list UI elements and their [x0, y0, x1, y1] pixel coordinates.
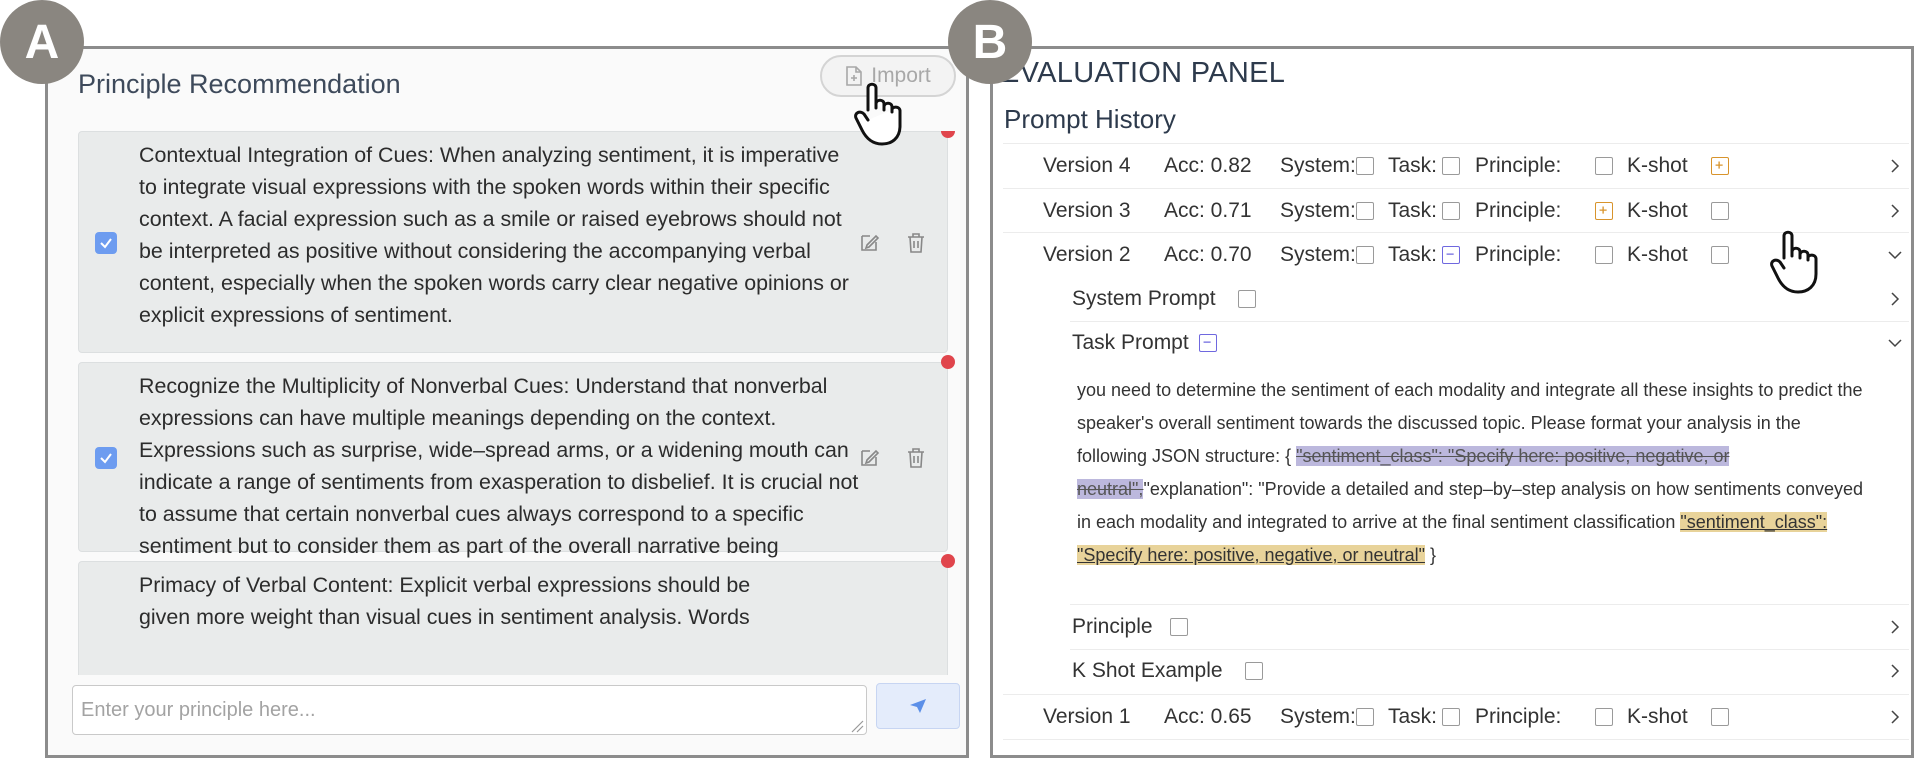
system-label: System:	[1280, 199, 1356, 222]
task-change-box	[1442, 708, 1460, 726]
new-indicator-dot	[941, 355, 955, 369]
version-row[interactable]: Version 1 Acc: 0.65 System: Task: Princi…	[1043, 695, 1900, 739]
edit-icon[interactable]	[858, 447, 880, 469]
system-label: System:	[1280, 154, 1356, 177]
plus-icon	[1711, 157, 1729, 175]
edit-icon[interactable]	[858, 232, 880, 254]
minus-icon	[1442, 246, 1460, 264]
section-title: Principle	[1072, 615, 1153, 638]
system-change-box	[1356, 157, 1374, 175]
version-accuracy: Acc: 0.71	[1164, 199, 1252, 222]
prompt-history-heading: Prompt History	[1004, 104, 1176, 134]
kshot-change-box	[1711, 708, 1729, 726]
principle-card: Contextual Integration of Cues: When ana…	[78, 131, 948, 353]
chevron-right-icon[interactable]	[1887, 291, 1903, 307]
task-prompt-section[interactable]: Task Prompt	[1072, 321, 1902, 365]
version-row[interactable]: Version 4 Acc: 0.82 System: Task: Princi…	[1043, 144, 1900, 188]
minus-icon	[1199, 334, 1217, 352]
principle-input[interactable]	[72, 685, 867, 735]
check-icon	[100, 238, 112, 249]
chevron-down-icon[interactable]	[1887, 247, 1903, 263]
task-change-box	[1442, 202, 1460, 220]
section-title: K Shot Example	[1072, 659, 1223, 682]
chevron-right-icon[interactable]	[1887, 619, 1903, 635]
system-label: System:	[1280, 243, 1356, 266]
delete-icon[interactable]	[905, 232, 927, 254]
version-name: Version 2	[1043, 243, 1131, 266]
principle-text: Primacy of Verbal Content: Explicit verb…	[139, 573, 751, 629]
system-label: System:	[1280, 705, 1356, 728]
section-title: System Prompt	[1072, 287, 1216, 310]
principle-change-box	[1595, 708, 1613, 726]
chevron-right-icon[interactable]	[1887, 709, 1903, 725]
panel-a-badge: A	[0, 0, 84, 84]
task-label: Task:	[1388, 243, 1438, 266]
system-change-box	[1356, 202, 1374, 220]
version-accuracy: Acc: 0.65	[1164, 705, 1252, 728]
section-title: Task Prompt	[1072, 331, 1189, 354]
principle-card: Primacy of Verbal Content: Explicit verb…	[78, 561, 948, 675]
evaluation-panel: EVALUATION PANEL Prompt History Version …	[990, 46, 1914, 758]
version-accuracy: Acc: 0.70	[1164, 243, 1252, 266]
plus-icon	[1595, 202, 1613, 220]
send-icon	[910, 699, 926, 713]
task-change-box	[1442, 157, 1460, 175]
section-change-box	[1245, 662, 1263, 680]
kshot-change-box	[1711, 246, 1729, 264]
section-change-box	[1170, 618, 1188, 636]
principle-text: Contextual Integration of Cues: When ana…	[139, 143, 849, 327]
version-name: Version 3	[1043, 199, 1131, 222]
k-shot-section[interactable]: K Shot Example	[1072, 649, 1900, 693]
send-button[interactable]	[876, 683, 960, 729]
kshot-label: K-shot	[1627, 243, 1688, 266]
principle-list[interactable]: Contextual Integration of Cues: When ana…	[78, 131, 962, 675]
principle-checkbox[interactable]	[95, 232, 117, 254]
version-name: Version 1	[1043, 705, 1131, 728]
version-name: Version 4	[1043, 154, 1131, 177]
system-change-box	[1356, 246, 1374, 264]
panel-title: Principle Recommendation	[78, 69, 401, 99]
version-accuracy: Acc: 0.82	[1164, 154, 1252, 177]
section-change-box	[1238, 290, 1256, 308]
check-icon	[100, 453, 112, 464]
resize-handle-icon[interactable]	[850, 719, 864, 733]
kshot-change-box	[1711, 202, 1729, 220]
chevron-right-icon[interactable]	[1887, 663, 1903, 679]
principle-label: Principle:	[1475, 243, 1562, 266]
principle-label: Principle:	[1475, 154, 1562, 177]
task-prompt-text: you need to determine the sentiment of e…	[1077, 380, 1864, 565]
chevron-right-icon[interactable]	[1887, 158, 1903, 174]
pointer-hand-icon	[854, 82, 902, 146]
principle-checkbox[interactable]	[95, 447, 117, 469]
pointer-hand-icon	[1770, 230, 1818, 294]
principle-label: Principle:	[1475, 199, 1562, 222]
panel-title: EVALUATION PANEL	[1000, 57, 1286, 89]
principle-recommendation-panel: Principle Recommendation Import Contextu…	[45, 46, 969, 758]
version-row[interactable]: Version 2 Acc: 0.70 System: Task: Princi…	[1043, 233, 1902, 277]
task-label: Task:	[1388, 199, 1438, 222]
panel-b-badge: B	[948, 0, 1032, 84]
chevron-right-icon[interactable]	[1887, 203, 1903, 219]
kshot-label: K-shot	[1627, 705, 1688, 728]
principle-change-box	[1595, 246, 1613, 264]
principle-label: Principle:	[1475, 705, 1562, 728]
version-row[interactable]: Version 3 Acc: 0.71 System: Task: Princi…	[1043, 189, 1900, 233]
task-label: Task:	[1388, 154, 1438, 177]
principle-section[interactable]: Principle	[1072, 605, 1900, 649]
kshot-label: K-shot	[1627, 199, 1688, 222]
kshot-label: K-shot	[1627, 154, 1688, 177]
principle-card: Recognize the Multiplicity of Nonverbal …	[78, 362, 948, 590]
chevron-down-icon[interactable]	[1887, 335, 1903, 351]
system-change-box	[1356, 708, 1374, 726]
delete-icon[interactable]	[905, 447, 927, 469]
principle-change-box	[1595, 157, 1613, 175]
task-label: Task:	[1388, 705, 1438, 728]
new-indicator-dot	[941, 554, 955, 568]
